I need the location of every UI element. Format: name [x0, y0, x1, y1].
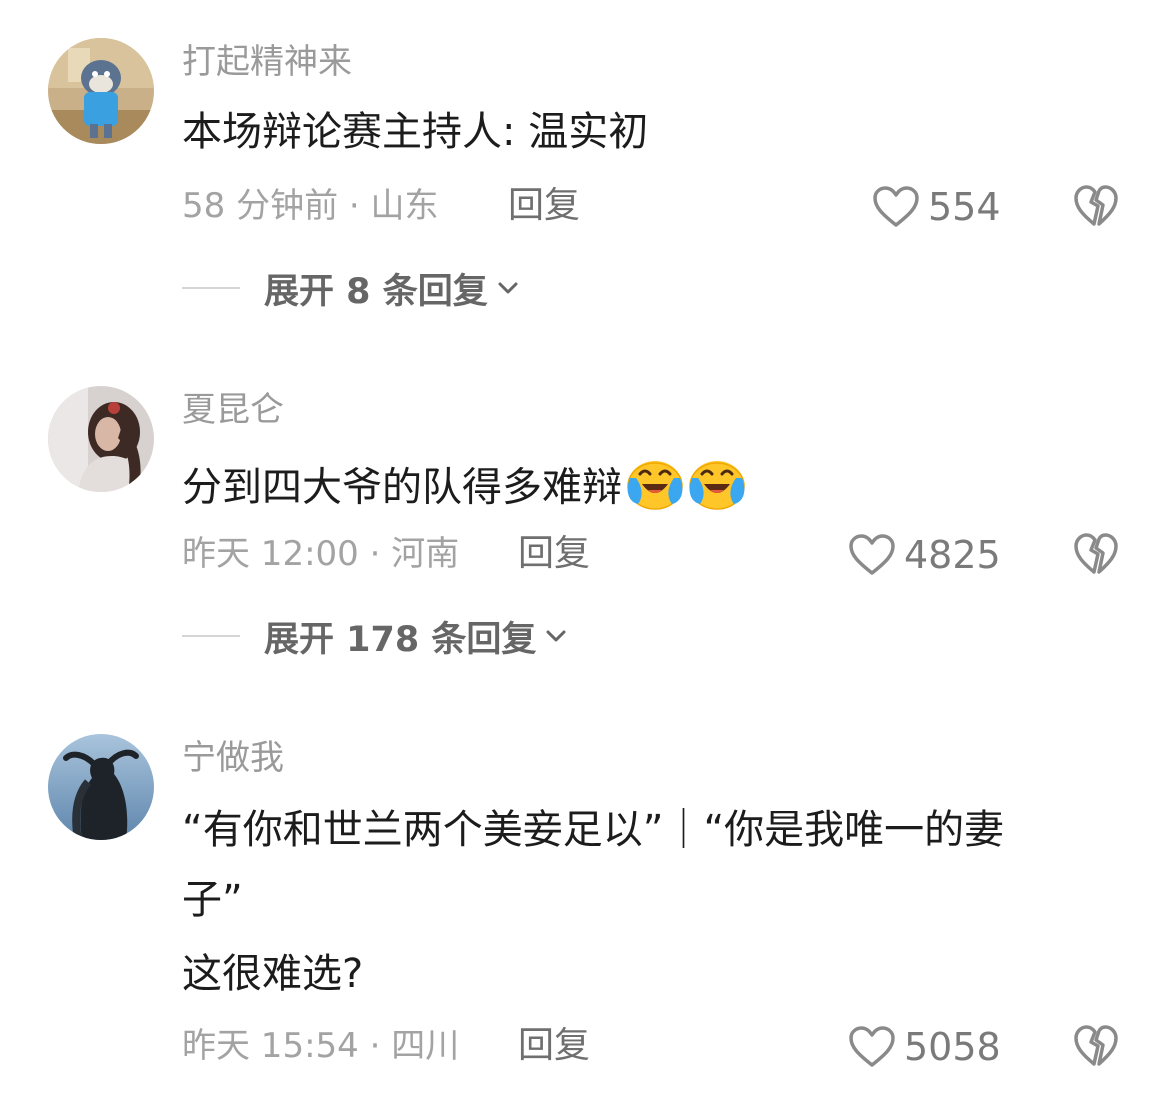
reply-button[interactable]: 回复 — [518, 1024, 590, 1068]
comment-text: 子” — [182, 877, 243, 923]
broken-heart-icon — [1074, 1025, 1118, 1066]
silhouette-photo-avatar-icon — [48, 734, 154, 840]
dislike-button[interactable] — [1072, 1022, 1120, 1070]
avatar[interactable] — [48, 734, 154, 840]
username[interactable]: 宁做我 — [182, 736, 284, 780]
comment-meta: 昨天 15:54 · 四川 — [182, 1026, 460, 1066]
comment-text: 这很难选? — [182, 951, 364, 997]
heart-icon — [849, 1026, 895, 1067]
like-button[interactable]: 5058 — [848, 1022, 1001, 1072]
comment-text: “有你和世兰两个美妾足以”｜“你是我唯一的妻 — [182, 807, 1005, 853]
comment-item: 宁做我 “有你和世兰两个美妾足以”｜“你是我唯一的妻 子” 这很难选? 昨天 1… — [0, 0, 1170, 1098]
like-count: 5058 — [904, 1025, 1001, 1069]
